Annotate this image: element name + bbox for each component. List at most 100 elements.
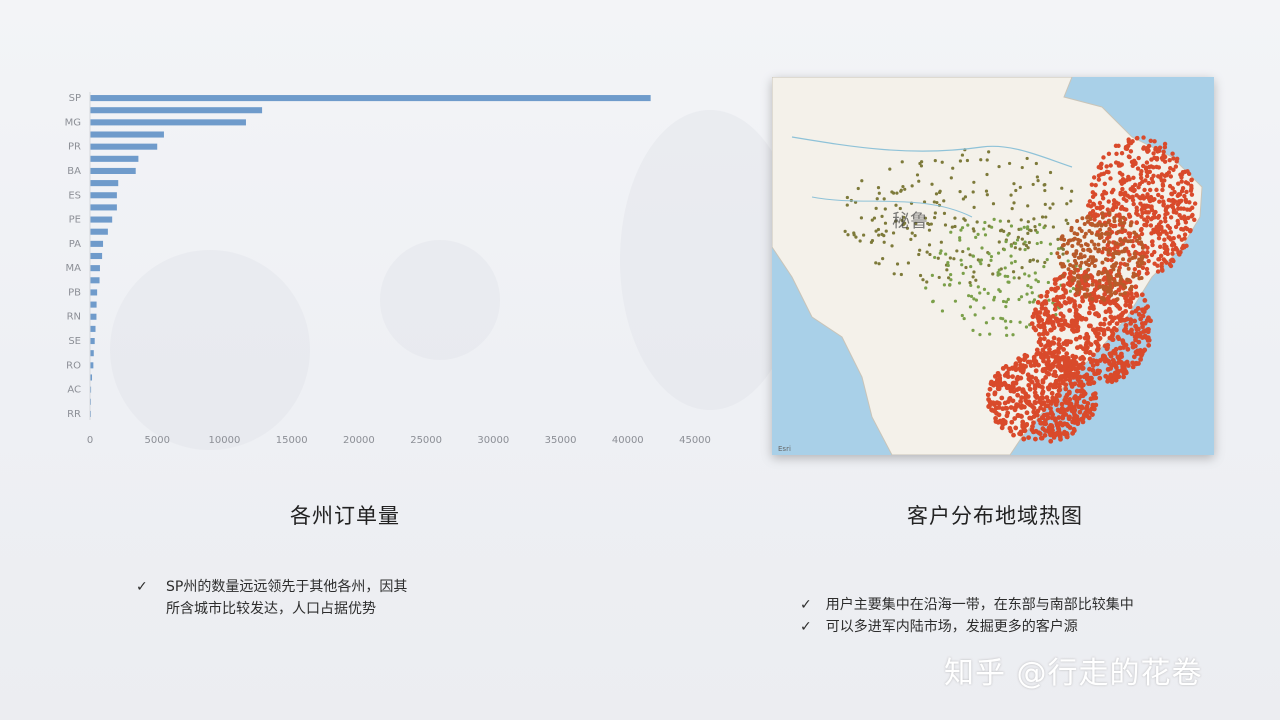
customer-point xyxy=(1017,276,1021,280)
customer-point xyxy=(1189,192,1195,197)
customer-point xyxy=(918,161,922,166)
customer-point xyxy=(1148,138,1153,144)
customer-point xyxy=(1079,260,1084,265)
customer-point xyxy=(1004,300,1009,304)
customer-point xyxy=(843,229,847,233)
customer-point xyxy=(1052,306,1058,312)
customer-point xyxy=(1078,363,1083,369)
map-region-label: 秘鲁 xyxy=(892,211,928,232)
customer-point xyxy=(1154,187,1159,193)
customer-point xyxy=(1046,280,1050,285)
x-tick-label: 10000 xyxy=(209,435,241,446)
customer-point xyxy=(1139,226,1144,232)
customer-point xyxy=(1049,390,1055,396)
customer-point xyxy=(1102,316,1108,322)
customer-point xyxy=(1131,201,1136,207)
customer-point xyxy=(1039,240,1043,245)
customer-point xyxy=(1105,326,1111,332)
customer-point xyxy=(899,189,903,193)
customer-point xyxy=(1018,247,1022,251)
customer-point xyxy=(927,243,932,247)
customer-point xyxy=(1079,285,1084,290)
customer-point xyxy=(1171,235,1176,241)
customer-point xyxy=(1023,394,1028,400)
customer-point xyxy=(1162,159,1168,164)
customer-point xyxy=(1089,239,1094,244)
customer-point xyxy=(1116,273,1121,278)
customer-point xyxy=(1117,170,1123,176)
customer-point xyxy=(1100,260,1105,265)
customer-point xyxy=(1082,234,1087,239)
customer-point xyxy=(1188,227,1193,233)
customer-point xyxy=(1077,281,1082,286)
customer-point xyxy=(1051,434,1057,440)
customer-point xyxy=(1120,186,1125,192)
customer-point xyxy=(1028,415,1034,421)
customer-point xyxy=(1057,254,1062,259)
customer-point xyxy=(1091,212,1097,218)
right-note-text: 用户主要集中在沿海一带，在东部与南部比较集中 xyxy=(825,597,1134,613)
check-icon: ✓ xyxy=(136,579,148,595)
customer-point xyxy=(1051,202,1055,206)
chart-caption: 各州订单量 xyxy=(290,504,400,528)
customer-point xyxy=(1009,224,1014,228)
customer-point xyxy=(992,391,998,397)
customer-point xyxy=(1122,284,1127,289)
customer-point xyxy=(1004,239,1008,244)
customer-point xyxy=(939,240,943,244)
customer-point xyxy=(1179,215,1184,221)
customer-point xyxy=(1182,236,1187,241)
customer-point xyxy=(1133,161,1138,166)
customer-point xyxy=(1135,261,1140,266)
customer-point xyxy=(1077,334,1083,340)
customer-point xyxy=(1013,361,1019,367)
customer-point xyxy=(1135,306,1141,311)
customer-point xyxy=(949,176,953,180)
customer-point xyxy=(1071,360,1077,365)
customer-point xyxy=(1012,201,1016,205)
customer-point xyxy=(1048,206,1052,210)
customer-point xyxy=(1061,286,1066,292)
customer-point xyxy=(957,281,962,285)
x-tick-label: 25000 xyxy=(410,435,442,446)
customer-point xyxy=(1091,406,1097,412)
customer-point xyxy=(1034,161,1038,166)
customer-point xyxy=(1167,235,1172,241)
customer-point xyxy=(1042,225,1046,230)
customer-point xyxy=(930,273,934,277)
customer-point xyxy=(1033,224,1037,229)
customer-point xyxy=(925,250,929,254)
customer-point xyxy=(1187,200,1192,205)
customer-point xyxy=(1121,370,1127,376)
customer-point xyxy=(1146,326,1151,332)
customer-point xyxy=(1168,165,1173,171)
customer-point xyxy=(1109,333,1115,338)
customer-point xyxy=(987,386,993,392)
customer-point xyxy=(1084,413,1090,419)
customer-point xyxy=(1157,199,1162,204)
customer-point xyxy=(1010,374,1015,379)
customer-point xyxy=(1086,310,1092,316)
customer-point xyxy=(1185,169,1190,174)
customer-point xyxy=(1007,161,1012,166)
customer-point xyxy=(1029,379,1035,385)
customer-point xyxy=(989,379,994,385)
customer-point xyxy=(1131,243,1136,249)
customer-point xyxy=(1117,213,1122,218)
customer-point xyxy=(1156,192,1161,198)
customer-point xyxy=(980,246,984,250)
customer-point xyxy=(918,273,923,278)
customer-point xyxy=(1183,197,1188,202)
customer-point xyxy=(1074,287,1079,292)
bar-mt xyxy=(90,252,103,260)
customer-point xyxy=(1117,218,1122,223)
customer-point xyxy=(1139,292,1145,298)
customer-point xyxy=(1179,198,1184,204)
customer-point xyxy=(1101,277,1107,282)
customer-point xyxy=(900,160,904,164)
customer-point xyxy=(1187,207,1193,212)
customer-point xyxy=(1113,160,1119,165)
customer-point xyxy=(965,158,970,163)
customer-point xyxy=(1183,220,1189,225)
customer-point xyxy=(1042,265,1046,269)
